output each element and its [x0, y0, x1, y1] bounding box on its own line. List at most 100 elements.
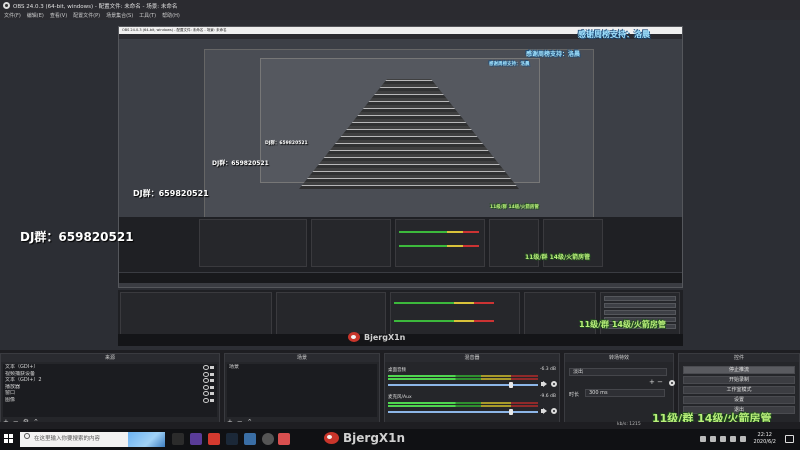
source-item[interactable]: 图像 — [3, 397, 217, 404]
weibo-logo-icon — [324, 432, 339, 444]
thanks-text-level4: 感谢周榜支持：洛晨 — [489, 62, 530, 67]
scene-item[interactable]: 场景 — [227, 364, 377, 371]
captured-dock-mixer — [390, 292, 520, 339]
brand-text: BjergX1n — [364, 332, 406, 342]
vs-icon[interactable] — [190, 433, 202, 445]
captured-meter — [394, 302, 494, 304]
netease-music-icon[interactable] — [208, 433, 220, 445]
dj-group-text-level4: DJ群：659820521 — [265, 141, 308, 146]
audio-meter — [388, 405, 538, 407]
brand-text: BjergX1n — [343, 431, 406, 445]
tray-icon[interactable] — [710, 436, 716, 442]
scenes-dock-title: 场景 — [225, 354, 379, 362]
windows-start-icon[interactable] — [4, 434, 14, 444]
nested-dock-sources — [199, 219, 307, 267]
transitions-dock-title: 转场特效 — [565, 354, 673, 362]
gear-icon[interactable] — [669, 380, 675, 386]
eye-icon[interactable] — [203, 384, 209, 390]
audio-meter — [388, 378, 538, 380]
captured-dock-sources — [120, 292, 272, 339]
weibo-logo-icon — [348, 332, 360, 342]
audio-meter — [388, 375, 538, 377]
window-title: OBS 24.0.3 (64-bit, windows) - 配置文件: 未命名… — [13, 3, 178, 10]
nested-dock-mixer — [395, 219, 485, 267]
duration-input[interactable]: 300 ms — [585, 389, 665, 397]
menu-view[interactable]: 查看(V) — [50, 12, 67, 19]
thanks-text-level2: 感谢周榜支持：洛晨 — [578, 30, 650, 39]
menu-help[interactable]: 帮助(H) — [162, 12, 180, 19]
eye-icon[interactable] — [203, 365, 209, 371]
eye-icon[interactable] — [203, 371, 209, 377]
gear-icon[interactable] — [551, 408, 557, 414]
steam-icon[interactable] — [226, 433, 238, 445]
app-icon[interactable] — [244, 433, 256, 445]
transition-select[interactable]: 淡出 — [569, 368, 667, 376]
nested-meter — [399, 245, 479, 247]
fans-text-level4: 11级/群 14级/火箭房管 — [490, 205, 539, 210]
volume-icon[interactable] — [730, 436, 736, 442]
windows-taskbar: 在这里输入你要搜索的内容 BjergX1n 22:12 2020/6/2 — [0, 429, 800, 450]
menu-profile[interactable]: 配置文件(P) — [73, 12, 100, 19]
lock-icon[interactable] — [210, 391, 215, 396]
menu-scene-collection[interactable]: 场景集合(S) — [106, 12, 133, 19]
speaker-icon[interactable] — [541, 408, 548, 414]
window-titlebar: OBS 24.0.3 (64-bit, windows) - 配置文件: 未命名… — [0, 0, 800, 11]
taskbar-clock[interactable]: 22:12 2020/6/2 — [754, 432, 776, 446]
captured-meter — [394, 320, 494, 322]
volume-thumb[interactable] — [509, 382, 513, 388]
speaker-icon[interactable] — [541, 381, 548, 387]
settings-button[interactable]: 设置 — [683, 396, 795, 404]
lock-icon[interactable] — [210, 385, 215, 389]
volume-thumb[interactable] — [509, 409, 513, 415]
controls-dock-title: 控件 — [679, 354, 799, 362]
dj-group-text-level3: DJ群：659820521 — [212, 160, 269, 167]
volume-slider[interactable] — [388, 411, 538, 413]
preview-canvas[interactable]: OBS 24.0.3 (64-bit, windows) - 配置文件: 未命名… — [0, 20, 800, 350]
fans-text-level3: 11级/群 14级/火箭房管 — [525, 254, 591, 261]
add-icon[interactable]: + − — [649, 378, 663, 386]
menu-tools[interactable]: 工具(T) — [139, 12, 156, 19]
ime-icon[interactable] — [740, 436, 746, 442]
tray-icon[interactable] — [700, 436, 706, 442]
menu-file[interactable]: 文件(F) — [4, 12, 21, 19]
mixer-dock: 混音器 桌面音频 -6.3 dB 麦克风/Aux -9.6 dB — [384, 353, 560, 429]
dj-group-text-level2: DJ群：659820521 — [133, 189, 209, 198]
wifi-icon[interactable] — [720, 436, 726, 442]
nested-dock-scenes — [311, 219, 391, 267]
status-bitrate: kb/s: 1215 — [617, 422, 641, 427]
track-name: 麦克风/Aux — [388, 395, 412, 400]
eye-icon[interactable] — [203, 397, 209, 403]
sources-list[interactable]: 文本（GDI+） 视频捕获设备 文本（GDI+）2 播放器 窗口 图像 — [3, 364, 217, 417]
menu-edit[interactable]: 编辑(E) — [27, 12, 44, 19]
eye-icon[interactable] — [203, 391, 209, 397]
lock-icon[interactable] — [210, 398, 215, 402]
app-icon[interactable] — [278, 433, 290, 445]
studio-mode-button[interactable]: 工作室模式 — [683, 386, 795, 394]
clock-time: 22:12 — [757, 432, 772, 438]
lock-icon[interactable] — [210, 378, 215, 383]
captured-button — [604, 296, 676, 301]
volume-slider[interactable] — [388, 384, 538, 386]
start-recording-button[interactable]: 开始录制 — [683, 376, 795, 384]
notification-icon[interactable] — [785, 435, 794, 443]
lock-icon[interactable] — [210, 372, 215, 376]
mixer-dock-title: 混音器 — [385, 354, 559, 362]
duration-label: 时长 — [569, 392, 580, 398]
captured-button — [604, 303, 676, 308]
thanks-text-level3: 感谢周榜支持：洛晨 — [526, 51, 581, 58]
audio-meter — [388, 402, 538, 404]
task-view-icon[interactable] — [172, 433, 184, 445]
search-icon — [24, 433, 30, 439]
obs-taskbar-icon[interactable] — [262, 433, 274, 445]
captured-dock-transitions — [524, 292, 596, 339]
stop-streaming-button[interactable]: 停止推流 — [683, 366, 795, 374]
eye-icon[interactable] — [203, 378, 209, 384]
clock-date: 2020/6/2 — [753, 439, 776, 445]
taskbar-preview-thumbnail — [128, 432, 165, 447]
scenes-dock: 场景 场景 + − ⌃ ⌄ — [224, 353, 380, 429]
obs-logo-icon — [3, 2, 10, 9]
gear-icon[interactable] — [551, 381, 557, 387]
scenes-list[interactable]: 场景 — [227, 364, 377, 417]
lock-icon[interactable] — [210, 365, 215, 370]
status-bar: kb/s: 1215 — [0, 422, 800, 429]
